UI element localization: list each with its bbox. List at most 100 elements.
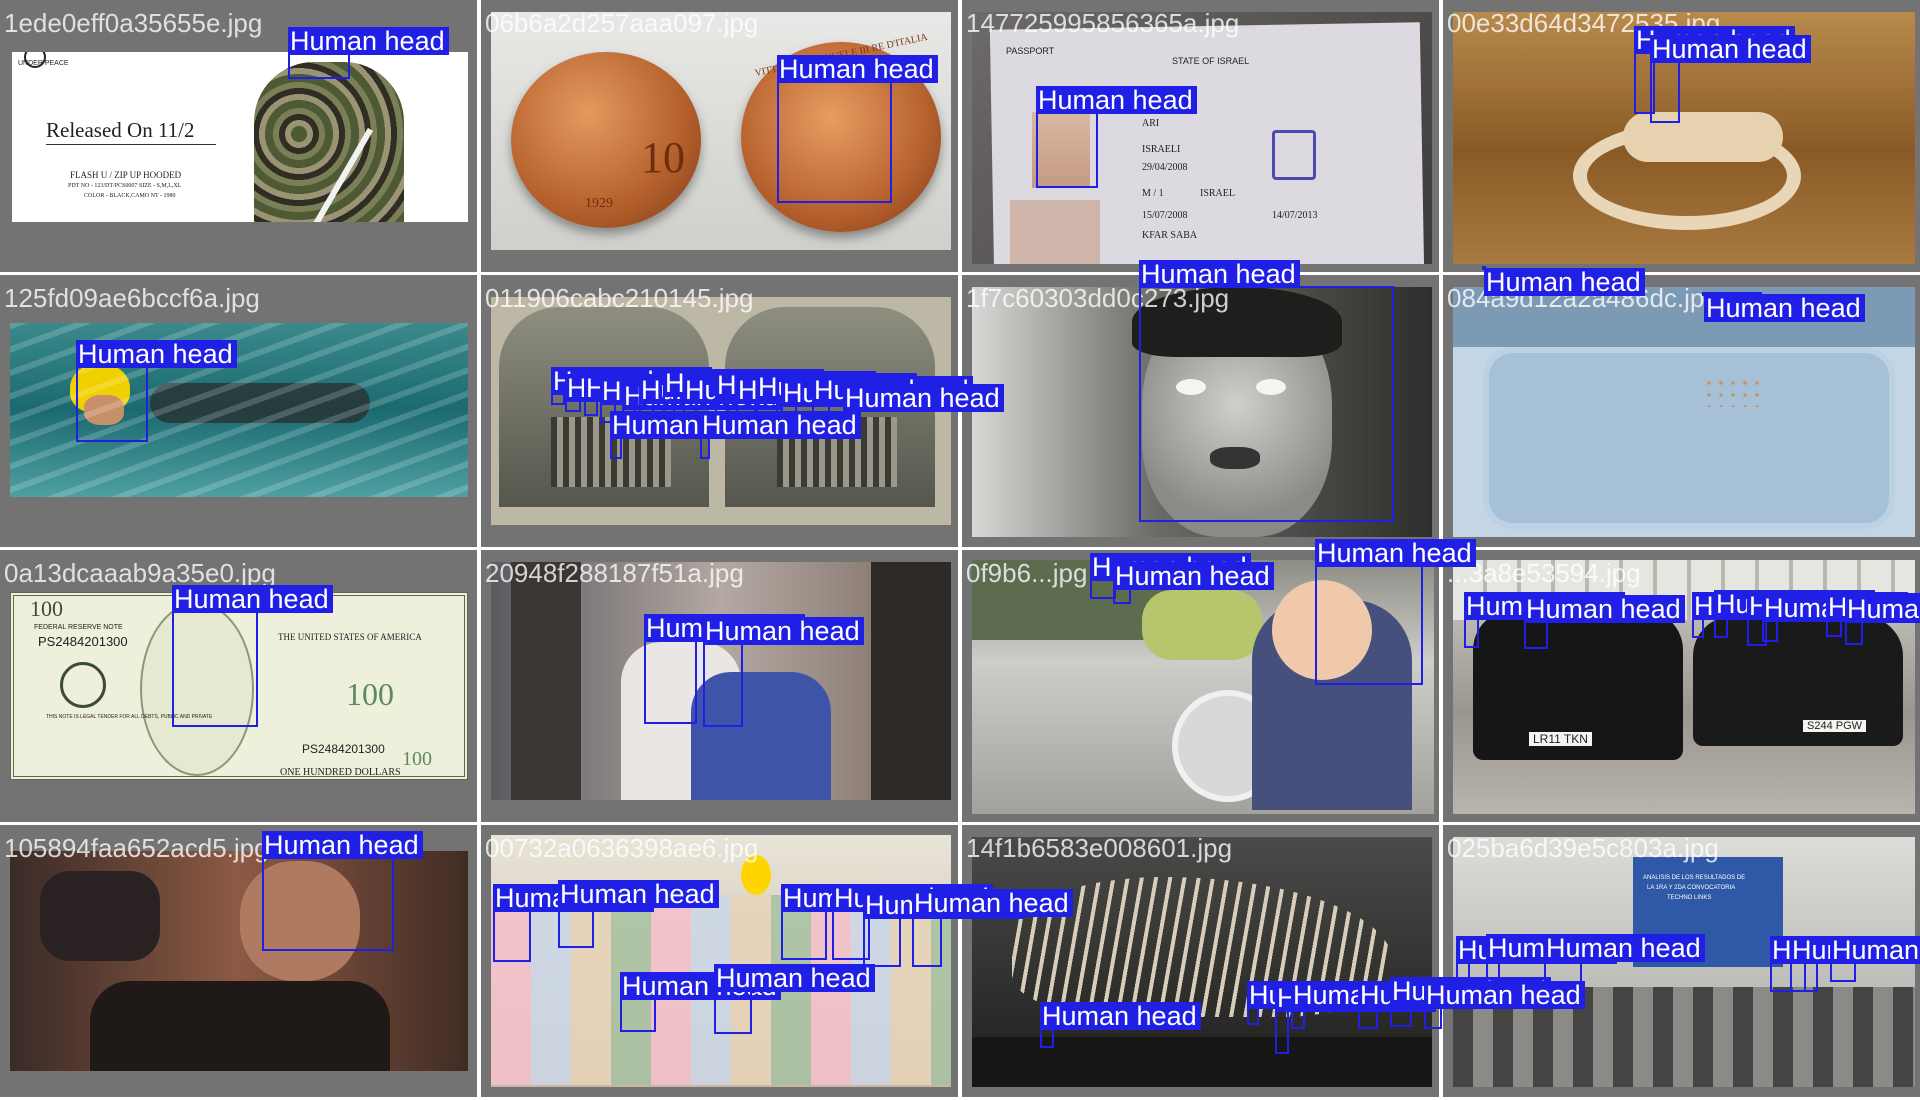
image-tile[interactable]: PASSPORT STATE OF ISRAEL ARI ISRAELI 29/04/2…	[962, 0, 1439, 272]
seal	[60, 662, 106, 708]
passport-state: STATE OF ISRAEL	[1172, 56, 1250, 66]
detection-box: Human head	[1714, 590, 1875, 638]
tile-photo	[10, 851, 468, 1071]
detection-box: Human head	[565, 374, 726, 412]
note-top: 100	[30, 596, 63, 621]
detection-box: Human head	[1486, 934, 1647, 980]
detection-label: Human head	[777, 55, 938, 83]
detection-label: Human head	[1704, 294, 1865, 322]
passport-field: 15/07/2008	[1142, 210, 1188, 221]
detection-box: Human head	[700, 411, 861, 459]
detection-box: Human head	[1845, 595, 1920, 645]
camera	[40, 871, 160, 961]
detection-label: Human head	[1544, 934, 1705, 962]
detection-box: Human head	[1826, 593, 1920, 637]
slide-text: LA 1RA Y 2DA CONVOCATORIA	[1647, 885, 1736, 891]
image-tile[interactable]: 105894faa652acd5.jpg	[0, 825, 477, 1097]
filename-label: 20948f288187f51a.jpg	[485, 558, 744, 588]
detection-label: Human head	[1315, 539, 1476, 567]
detection-label: Human head	[1524, 595, 1685, 623]
detection-label: Human head	[700, 411, 861, 439]
detection-box: Human head	[1247, 981, 1408, 1025]
detection-box: Human head	[644, 614, 805, 724]
filename-label: 1ede0eff0a35655e.jpg	[4, 8, 263, 38]
detection-label: Human head	[288, 27, 449, 55]
detection-box: Human head	[1424, 981, 1585, 1029]
sub-text: PDT NO - 123/DT/PCS0007 SIZE - S,M,L,XL	[68, 183, 182, 189]
detection-label: Human head	[912, 889, 1073, 917]
filename-label: 06b6a2d257aaa097.jpg	[485, 8, 759, 38]
coin-year: 1929	[585, 196, 613, 211]
detection-box: Human head	[1358, 981, 1519, 1029]
passport-field: ISRAEL	[1200, 188, 1235, 199]
detection-box: Human head	[1482, 266, 1645, 296]
slide-text: TECHNO LINKS	[1667, 895, 1712, 901]
detection-box: Human head	[1275, 984, 1436, 1054]
detection-box: Human head	[76, 340, 237, 442]
detection-box: Human head	[1464, 592, 1625, 648]
filename-label: 125fd09ae6bccf6a.jpg	[4, 283, 260, 313]
detection-box: Human head	[1390, 977, 1551, 1027]
plate: LR11 TKN	[1529, 732, 1592, 746]
detection-box: Human head	[1524, 595, 1685, 649]
note-big-value: 100	[346, 676, 394, 712]
sub-text: COLOR - BLACK,CAMO NT - 1980	[84, 193, 176, 199]
detection-box: Human head	[777, 55, 938, 203]
plate: S244 PGW	[1803, 720, 1867, 732]
tray-plate	[1483, 347, 1895, 529]
detection-label: Human head	[1830, 936, 1920, 964]
child-body	[1623, 112, 1783, 162]
passport-field: M / 1	[1142, 188, 1164, 199]
detection-label: Human head	[1484, 268, 1645, 296]
note-serial: PS2484201300	[38, 634, 128, 649]
passport-field: KFAR SABA	[1142, 230, 1198, 241]
filename-label: 00732a0636398ae6.jpg	[485, 833, 759, 863]
image-tile[interactable]: 125fd09ae6bccf6a.jpg	[0, 275, 477, 547]
passport-title: PASSPORT	[1006, 46, 1055, 56]
detection-box: Human head	[1315, 539, 1476, 685]
detection-box: Human head	[1702, 292, 1865, 322]
detection-label: Human head	[1650, 35, 1811, 63]
tile-photo: UNDER PEACE Released On 11/2 FLASH U / ZIP…	[12, 52, 468, 222]
detection-label: Human head	[703, 617, 864, 645]
detection-label: Human head	[1845, 595, 1920, 623]
detection-box: Human head	[262, 831, 423, 951]
detection-label: Human head	[1139, 260, 1300, 288]
detection-box: Human head	[584, 374, 745, 416]
detection-box: Human head	[1036, 86, 1197, 188]
detection-box: Human head	[703, 617, 864, 727]
detection-label: Human head	[1424, 981, 1585, 1009]
passport-photo2	[1010, 200, 1100, 264]
detection-label: Human head	[262, 831, 423, 859]
detection-box: Human head	[1544, 934, 1705, 984]
passport-field: ARI	[1142, 118, 1160, 129]
filename-label: 14f1b6583e008601.jpg	[966, 833, 1233, 863]
detection-box: Human head	[1291, 981, 1452, 1029]
detection-box: Human head	[863, 891, 1024, 967]
detection-label: Human head	[1113, 562, 1274, 590]
coin-value: 10	[641, 133, 685, 182]
green-car	[1142, 590, 1262, 660]
tile-photo	[1453, 287, 1915, 537]
shirt	[90, 981, 390, 1071]
detection-box: Human head	[1040, 1002, 1201, 1048]
detection-box: Human head	[912, 889, 1073, 967]
emblem	[1272, 130, 1316, 180]
filename-label: 025ba6d39e5c803a.jpg	[1447, 833, 1719, 863]
window-right	[871, 562, 951, 800]
detection-box: Human head	[551, 367, 712, 405]
detection-label: Human head	[558, 880, 719, 908]
detection-label: Human head	[843, 384, 1004, 412]
detection-label: Human head	[1036, 86, 1197, 114]
detection-box: Human head	[610, 411, 771, 459]
detection-box: Human head	[1692, 592, 1853, 638]
passport-field: 14/07/2013	[1272, 210, 1318, 221]
detection-box: Human head	[1790, 936, 1920, 992]
detection-box: Human head	[1113, 562, 1274, 604]
note-serial: PS2484201300	[302, 742, 385, 756]
image-tile[interactable]: 14f1b6583e008601.jpg	[962, 825, 1439, 1097]
detection-box: Human head	[620, 972, 781, 1032]
sub-text: FLASH U / ZIP UP HOODED	[70, 170, 182, 180]
detection-label: Human head	[1040, 1002, 1201, 1030]
slide-text: ANALISIS DE LOS RESULTADOS DE	[1643, 875, 1746, 881]
